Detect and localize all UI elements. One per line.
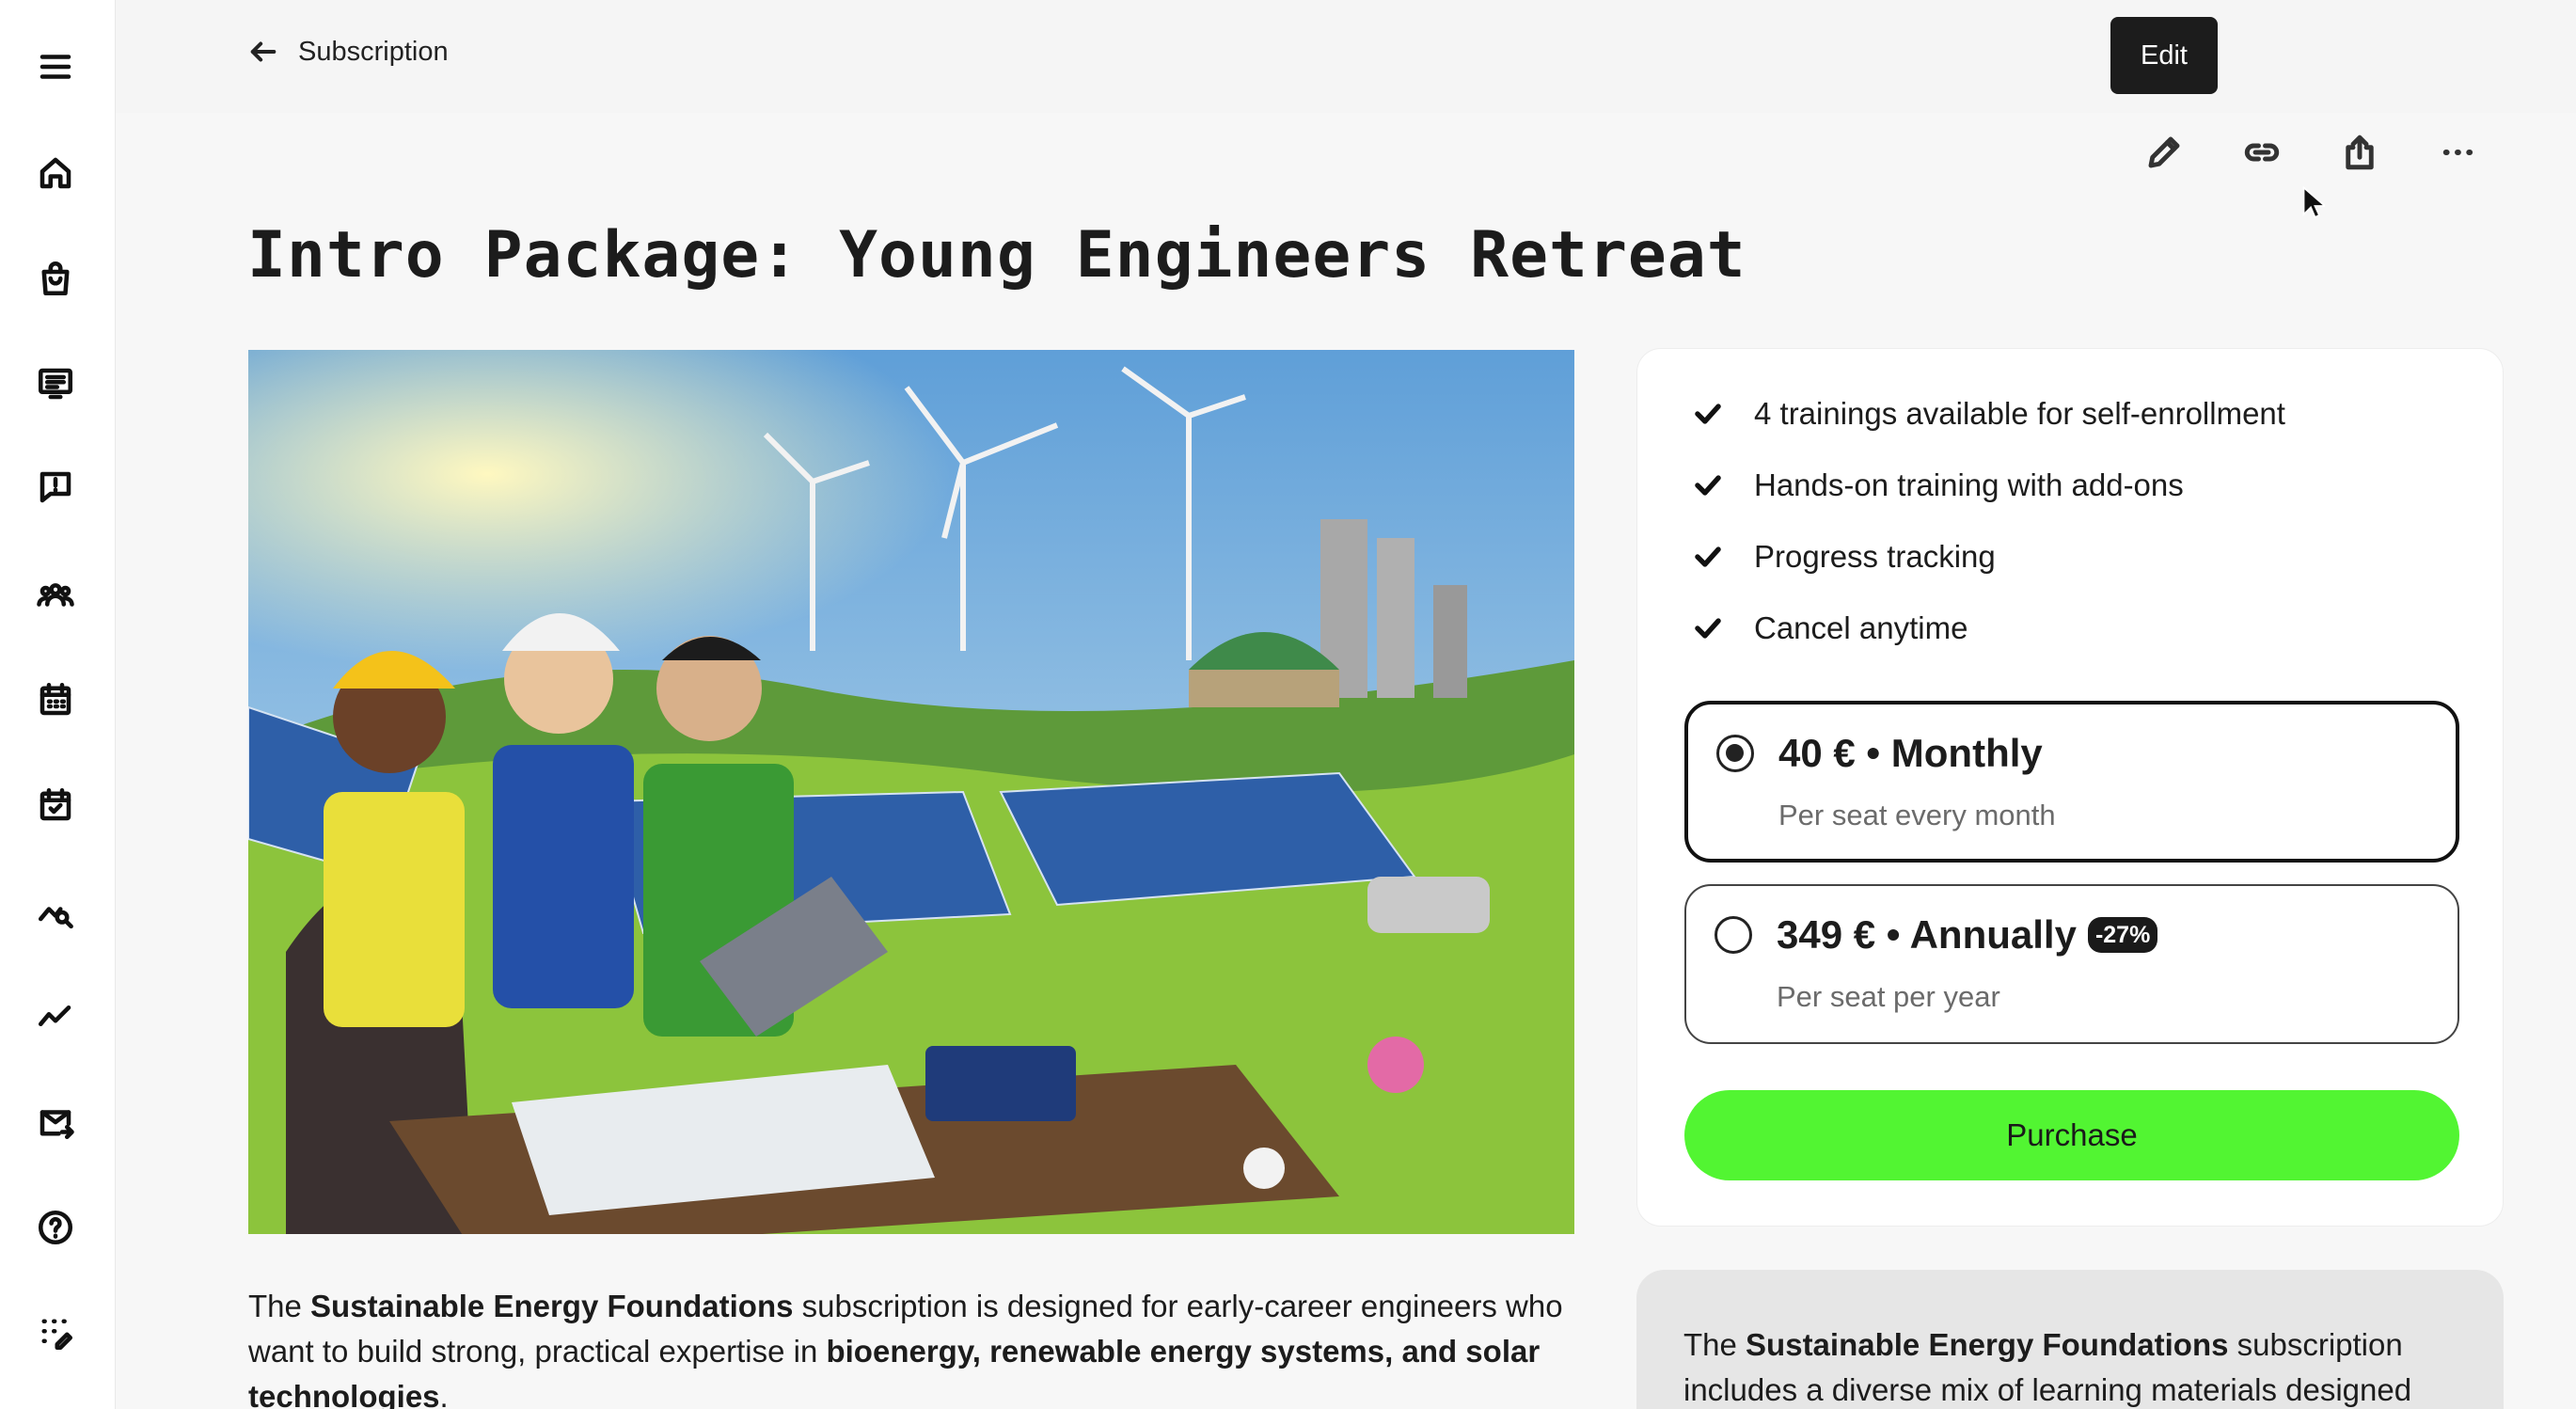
hero-image	[248, 350, 1574, 1234]
plan-annual-option[interactable]: 349 € • Annually -27% Per seat per year	[1684, 884, 2459, 1044]
check-icon	[1695, 404, 1721, 424]
calendar-icon[interactable]	[34, 678, 77, 721]
main-content: Subscription Edit Intro Package: Young E…	[116, 0, 2576, 1409]
menu-icon[interactable]	[34, 45, 77, 88]
feature-item: Hands-on training with add-ons	[1690, 467, 2184, 503]
calendar-check-icon[interactable]	[34, 784, 77, 827]
pricing-card: 4 trainings available for self-enrollmen…	[1636, 348, 2504, 1227]
radio-selected[interactable]	[1716, 735, 1754, 772]
info-card: The Sustainable Energy Foundations subsc…	[1636, 1270, 2504, 1409]
mouse-cursor-icon	[2302, 186, 2325, 219]
shopping-bag-icon[interactable]	[34, 257, 77, 300]
feature-item: Cancel anytime	[1690, 610, 1968, 646]
check-icon	[1695, 618, 1721, 639]
copy-link-button[interactable]	[2237, 128, 2286, 177]
plan-monthly-option[interactable]: 40 € • Monthly Per seat every month	[1684, 701, 2459, 863]
edit-tooltip: Edit	[2110, 17, 2218, 94]
arrow-left-icon	[250, 41, 277, 62]
sidebar	[0, 0, 116, 1409]
discount-badge: -27%	[2087, 917, 2158, 953]
share-button[interactable]	[2335, 128, 2384, 177]
radio-unselected[interactable]	[1715, 916, 1752, 954]
share-icon	[2346, 135, 2374, 170]
plan-subtitle: Per seat every month	[1778, 799, 2056, 831]
description: The Sustainable Energy Foundations subsc…	[248, 1284, 1584, 1409]
analytics-search-icon[interactable]	[34, 891, 77, 934]
back-button[interactable]: Subscription	[247, 36, 449, 68]
feedback-icon[interactable]	[34, 466, 77, 509]
more-icon	[2442, 150, 2473, 155]
check-icon	[1695, 546, 1721, 567]
pencil-icon	[2148, 136, 2180, 168]
users-icon[interactable]	[34, 573, 77, 616]
trend-line-icon[interactable]	[34, 994, 77, 1037]
plan-title: 40 € • Monthly	[1778, 731, 2043, 775]
link-icon	[2244, 143, 2280, 162]
apps-icon[interactable]	[34, 1311, 77, 1354]
check-icon	[1695, 475, 1721, 496]
edit-button[interactable]	[2140, 128, 2189, 177]
mail-forward-icon[interactable]	[34, 1100, 77, 1144]
plan-subtitle: Per seat per year	[1777, 980, 2000, 1013]
help-icon[interactable]	[34, 1206, 77, 1249]
description-highlight: Sustainable Energy Foundations	[310, 1289, 794, 1323]
presentation-icon[interactable]	[34, 362, 77, 405]
back-label: Subscription	[298, 36, 449, 67]
page-title: Intro Package: Young Engineers Retreat	[247, 218, 1746, 293]
purchase-button[interactable]: Purchase	[1684, 1090, 2459, 1180]
more-options-button[interactable]	[2433, 128, 2482, 177]
feature-item: 4 trainings available for self-enrollmen…	[1690, 396, 2285, 432]
info-highlight: Sustainable Energy Foundations	[1746, 1327, 2229, 1362]
home-icon[interactable]	[34, 151, 77, 195]
plan-title: 349 € • Annually -27%	[1777, 912, 2158, 958]
feature-item: Progress tracking	[1690, 539, 1996, 575]
